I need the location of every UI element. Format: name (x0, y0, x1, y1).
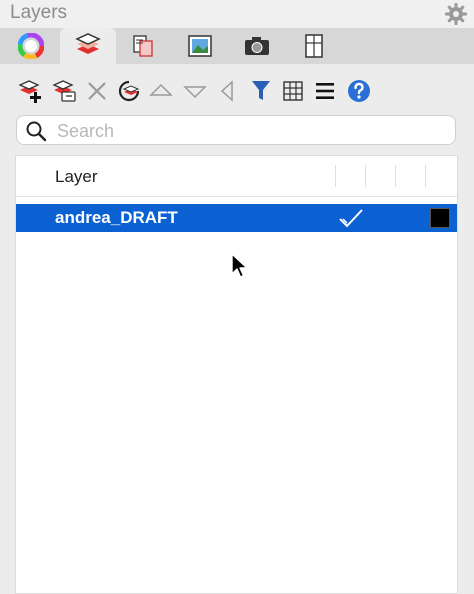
add-layer-button[interactable] (16, 75, 46, 107)
table-view-button[interactable] (278, 75, 308, 107)
layer-color-swatch[interactable] (430, 208, 450, 228)
tab-layer-stack[interactable] (116, 28, 172, 64)
column-divider[interactable] (365, 165, 366, 187)
image-icon (188, 35, 212, 57)
triangle-up-icon (149, 83, 173, 96)
help-icon (348, 80, 370, 102)
color-wheel-icon (18, 33, 44, 59)
purge-icon (118, 80, 140, 102)
tab-color-wheel[interactable] (3, 28, 59, 64)
layer-stack-icon (133, 35, 153, 57)
search-input[interactable] (55, 119, 449, 143)
tab-page-layout[interactable] (286, 28, 342, 64)
move-left-button[interactable] (212, 75, 242, 107)
panel-titlebar: Layers (0, 0, 474, 28)
table-header: Layer (16, 156, 457, 197)
tab-camera[interactable] (229, 28, 285, 64)
mouse-pointer-icon (231, 253, 248, 278)
layers-icon (75, 33, 101, 54)
purge-layers-button[interactable] (114, 75, 144, 107)
filter-button[interactable] (246, 75, 276, 107)
panel-title: Layers (10, 2, 68, 23)
gear-icon[interactable] (444, 2, 468, 26)
column-divider[interactable] (395, 165, 396, 187)
tab-bar (0, 28, 474, 64)
grid-icon (283, 81, 303, 101)
search-field[interactable] (16, 115, 456, 145)
column-header-layer[interactable]: Layer (55, 167, 98, 187)
help-button[interactable] (344, 75, 374, 107)
triangle-left-icon (220, 80, 233, 102)
triangle-down-icon (183, 86, 207, 99)
page-layout-icon (305, 34, 323, 58)
camera-icon (245, 37, 269, 55)
table-row[interactable]: andrea_DRAFT (16, 204, 457, 232)
visibility-check-icon[interactable] (338, 207, 364, 229)
hamburger-icon (316, 83, 334, 99)
search-icon (26, 121, 47, 142)
add-layer-folder-button[interactable] (50, 75, 80, 107)
delete-layer-button[interactable] (82, 75, 112, 107)
layers-table: Layer andrea_DRAFT (15, 155, 458, 594)
layer-name[interactable]: andrea_DRAFT (55, 208, 178, 228)
add-layer-icon (18, 80, 41, 103)
layers-toolbar (14, 75, 464, 109)
menu-button[interactable] (310, 75, 340, 107)
tab-layers[interactable] (60, 28, 116, 64)
tab-image[interactable] (172, 28, 228, 64)
add-layer-folder-icon (52, 80, 76, 102)
column-divider[interactable] (425, 165, 426, 187)
move-down-button[interactable] (180, 75, 210, 107)
delete-icon (88, 82, 106, 100)
filter-icon (252, 81, 270, 100)
column-divider[interactable] (335, 165, 336, 187)
move-up-button[interactable] (146, 75, 176, 107)
